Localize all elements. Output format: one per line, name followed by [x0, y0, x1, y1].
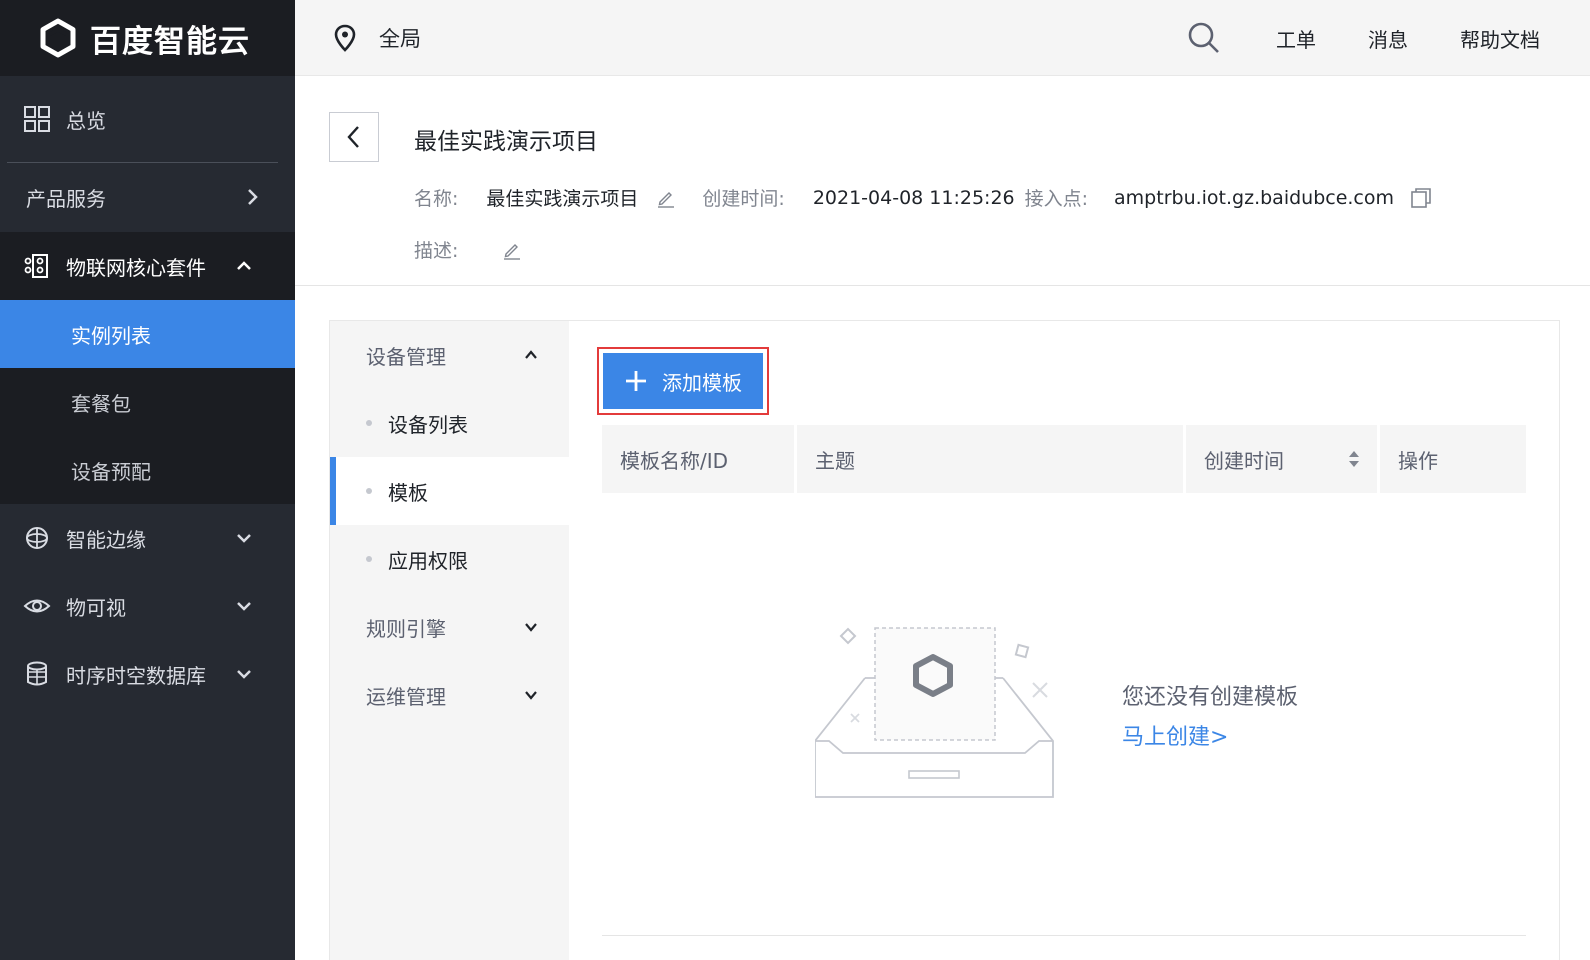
content-panel: 设备管理 设备列表 模板 应用权限 规则引擎 运维管理 添加模板 模板名称/ID… [329, 320, 1560, 960]
chevron-down-icon [237, 602, 251, 611]
sidebar-item-overview[interactable]: 总览 [0, 76, 295, 162]
highlight-frame: 添加模板 [597, 347, 769, 415]
sidebar-item-label: 总览 [66, 108, 106, 133]
ticket-link[interactable]: 工单 [1276, 24, 1316, 53]
database-icon [22, 659, 52, 689]
sub-navigation: 设备管理 设备列表 模板 应用权限 规则引擎 运维管理 [330, 321, 569, 960]
project-meta: 名称: 最佳实践演示项目 创建时间: 2021-04-08 11:25:26 接… [414, 184, 1432, 211]
page-title: 最佳实践演示项目 [414, 129, 598, 155]
copy-icon[interactable] [1410, 187, 1432, 209]
eye-icon [22, 591, 52, 621]
brand-logo-icon [40, 18, 76, 58]
brand-name: 百度智能云 [90, 23, 250, 60]
subnav-group-label: 运维管理 [366, 684, 446, 709]
search-icon[interactable] [1186, 20, 1222, 56]
sidebar-item-label: 时序时空数据库 [66, 663, 206, 688]
edge-icon [22, 523, 52, 553]
subnav-item-label: 模板 [388, 480, 428, 505]
sidebar-item-label: 产品服务 [26, 186, 106, 211]
sidebar-item-edge[interactable]: 智能边缘 [0, 504, 295, 572]
table-bottom-border [602, 935, 1526, 936]
chevron-left-icon [347, 126, 359, 148]
subnav-group-device-mgmt[interactable]: 设备管理 [330, 321, 569, 389]
sidebar-item-tsdb[interactable]: 时序时空数据库 [0, 640, 295, 708]
bullet-dot [366, 420, 372, 426]
chevron-up-icon [237, 261, 251, 270]
sidebar-item-label: 物联网核心套件 [66, 255, 206, 280]
empty-box-illustration [815, 627, 1054, 798]
empty-state-message: 您还没有创建模板 [1122, 685, 1299, 710]
add-template-button[interactable]: 添加模板 [603, 353, 763, 409]
sort-icon[interactable] [1347, 447, 1361, 471]
create-now-link[interactable]: 马上创建> [1122, 719, 1228, 751]
subnav-item-device-list[interactable]: 设备列表 [330, 389, 569, 457]
sidebar-item-iot-core[interactable]: 物联网核心套件 [0, 232, 295, 300]
sidebar-subitem-instance-list[interactable]: 实例列表 [0, 300, 295, 368]
description-label: 描述: [414, 240, 459, 262]
column-header-created-label: 创建时间 [1204, 448, 1284, 473]
project-header: 最佳实践演示项目 名称: 最佳实践演示项目 创建时间: 2021-04-08 1… [295, 76, 1590, 286]
sidebar: 百度智能云 总览 产品服务 物联网核心套件 实例列表 套餐包 设备预配 智能边缘… [0, 0, 295, 960]
top-header: 全局 工单 消息 帮助文档 [295, 0, 1590, 76]
sidebar-subitem-provisioning[interactable]: 设备预配 [0, 436, 295, 504]
location-pin-icon [334, 24, 356, 52]
edit-name-icon[interactable] [656, 188, 676, 208]
sidebar-item-products[interactable]: 产品服务 [0, 162, 295, 232]
chevron-down-icon [237, 534, 251, 543]
chevron-down-icon [237, 670, 251, 679]
sidebar-item-label: 物可视 [66, 595, 126, 620]
subnav-item-app-permission[interactable]: 应用权限 [330, 525, 569, 593]
help-docs-link[interactable]: 帮助文档 [1460, 24, 1540, 53]
chevron-up-icon [525, 350, 537, 359]
add-template-label: 添加模板 [662, 372, 742, 395]
description-row: 描述: [414, 236, 522, 263]
messages-link[interactable]: 消息 [1368, 24, 1408, 53]
column-header-topic: 主题 [797, 425, 1186, 493]
plus-icon [626, 371, 646, 391]
subnav-item-label: 应用权限 [388, 548, 468, 573]
template-main: 添加模板 模板名称/ID 主题 创建时间 操作 您还没有创建模板 马上创建> [569, 321, 1559, 960]
bullet-dot [366, 488, 372, 494]
grid-icon [22, 104, 52, 134]
column-header-created[interactable]: 创建时间 [1186, 425, 1380, 493]
column-header-actions: 操作 [1398, 448, 1438, 473]
name-label: 名称: [414, 188, 459, 210]
chevron-right-icon [248, 189, 258, 205]
chevron-down-icon [525, 623, 537, 632]
iot-core-icon [22, 251, 52, 281]
table-header: 模板名称/ID 主题 创建时间 操作 [602, 425, 1526, 493]
endpoint-value: amptrbu.iot.gz.baidubce.com [1114, 186, 1395, 209]
subnav-group-label: 规则引擎 [366, 616, 446, 641]
subnav-group-label: 设备管理 [366, 344, 446, 369]
subnav-item-template[interactable]: 模板 [330, 457, 569, 525]
column-header-name: 模板名称/ID [602, 425, 797, 493]
created-label: 创建时间: [702, 188, 785, 210]
bullet-dot [366, 556, 372, 562]
region-label: 全局 [379, 26, 421, 51]
subnav-item-label: 设备列表 [388, 412, 468, 437]
edit-description-icon[interactable] [502, 240, 522, 260]
back-button[interactable] [329, 112, 379, 162]
chevron-down-icon [525, 691, 537, 700]
subnav-group-ops-mgmt[interactable]: 运维管理 [330, 661, 569, 729]
sidebar-item-label: 智能边缘 [66, 527, 146, 552]
sidebar-item-visual[interactable]: 物可视 [0, 572, 295, 640]
subnav-group-rule-engine[interactable]: 规则引擎 [330, 593, 569, 661]
name-value: 最佳实践演示项目 [486, 188, 639, 210]
region-selector[interactable]: 全局 [333, 23, 421, 53]
logo[interactable]: 百度智能云 [0, 0, 295, 76]
sidebar-subitem-package[interactable]: 套餐包 [0, 368, 295, 436]
endpoint-label: 接入点: [1024, 188, 1089, 210]
created-value: 2021-04-08 11:25:26 [812, 186, 1015, 209]
header-actions: 工单 消息 帮助文档 [1186, 0, 1540, 76]
